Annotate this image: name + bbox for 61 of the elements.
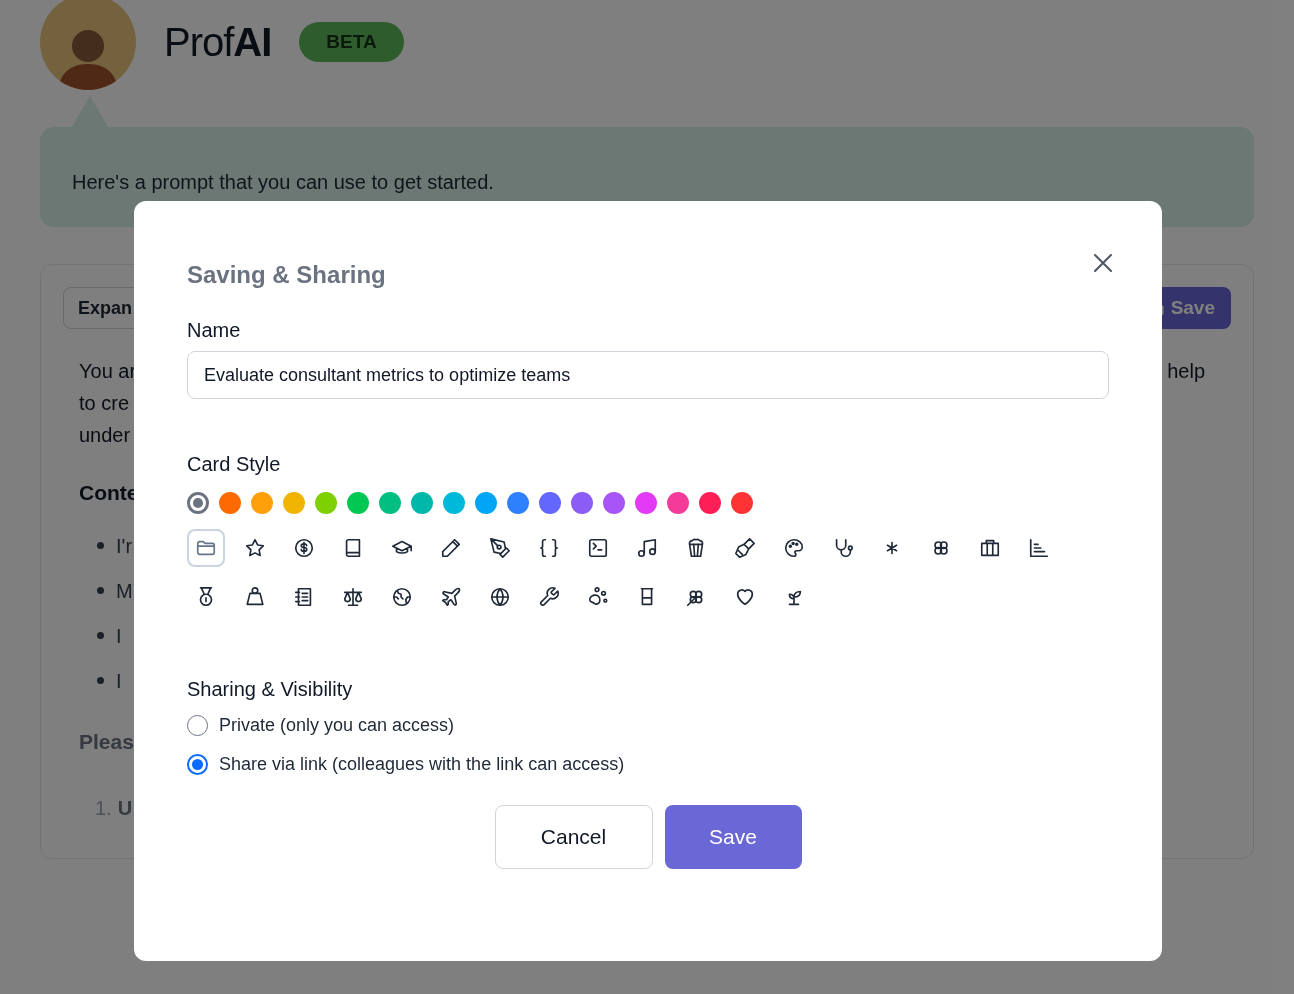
color-swatch[interactable] — [699, 492, 721, 514]
pen-nib-icon — [489, 537, 511, 559]
list-text: M — [116, 578, 133, 604]
heart-icon — [734, 586, 756, 608]
section-label: Sharing & Visibility — [187, 677, 354, 702]
briefcase-icon — [979, 537, 1001, 559]
paragraph-text: You ar — [79, 359, 137, 384]
color-swatch[interactable] — [315, 492, 337, 514]
color-swatch[interactable] — [379, 492, 401, 514]
color-swatch[interactable] — [667, 492, 689, 514]
terminal-icon — [587, 537, 609, 559]
field-label: Name — [187, 318, 242, 343]
scale-icon — [342, 586, 364, 608]
color-swatch[interactable] — [411, 492, 433, 514]
weight-icon — [244, 586, 266, 608]
color-swatch[interactable] — [507, 492, 529, 514]
plane-icon — [440, 586, 462, 608]
paragraph-text: help — [1167, 359, 1205, 384]
music-note-icon — [636, 537, 658, 559]
save-button[interactable]: Save — [664, 805, 802, 869]
earth-icon — [391, 586, 413, 608]
color-swatch[interactable] — [283, 492, 305, 514]
list-text: I'r — [116, 533, 133, 559]
braces-icon — [538, 537, 560, 559]
star-icon — [244, 537, 266, 559]
name-field[interactable]: Evaluate consultant metrics to optimize teams — [187, 351, 1109, 399]
color-swatch[interactable] — [539, 492, 561, 514]
color-swatch[interactable] — [731, 492, 753, 514]
paragraph-text: to cre — [79, 391, 131, 416]
wrench-icon — [538, 586, 560, 608]
color-swatch[interactable] — [475, 492, 497, 514]
paragraph-text: under — [79, 423, 132, 448]
palette-icon — [783, 537, 805, 559]
list-text: I — [116, 623, 122, 649]
radio-label: Private (only you can access) — [219, 714, 455, 737]
close-button[interactable] — [1091, 251, 1115, 275]
pencil-icon — [440, 537, 462, 559]
chart-icon — [1028, 537, 1050, 559]
bubble-text: Here's a prompt that you can use to get started. — [72, 171, 494, 193]
radio-button[interactable] — [187, 754, 208, 775]
dialog-title: Saving & Sharing — [187, 260, 386, 290]
section-label: Card Style — [187, 452, 282, 477]
no-color-option[interactable] — [187, 492, 209, 514]
color-swatch[interactable] — [571, 492, 593, 514]
color-swatch[interactable] — [347, 492, 369, 514]
paintbrush-icon — [734, 537, 756, 559]
list-text: I — [116, 668, 122, 694]
dollar-icon — [293, 537, 315, 559]
beta-badge: BETA — [299, 21, 404, 63]
globe-icon — [489, 586, 511, 608]
color-swatch[interactable] — [635, 492, 657, 514]
color-swatch[interactable] — [219, 492, 241, 514]
color-swatch[interactable] — [251, 492, 273, 514]
cancel-button[interactable]: Cancel — [494, 805, 653, 869]
logo: ProfAI — [164, 19, 272, 66]
color-swatch[interactable] — [443, 492, 465, 514]
list-text: U — [117, 796, 133, 821]
paw-icon — [587, 586, 609, 608]
color-swatch[interactable] — [603, 492, 625, 514]
radio-label: Share via link (colleagues with the link can access) — [219, 753, 625, 776]
note-text: Pleas — [78, 728, 135, 755]
